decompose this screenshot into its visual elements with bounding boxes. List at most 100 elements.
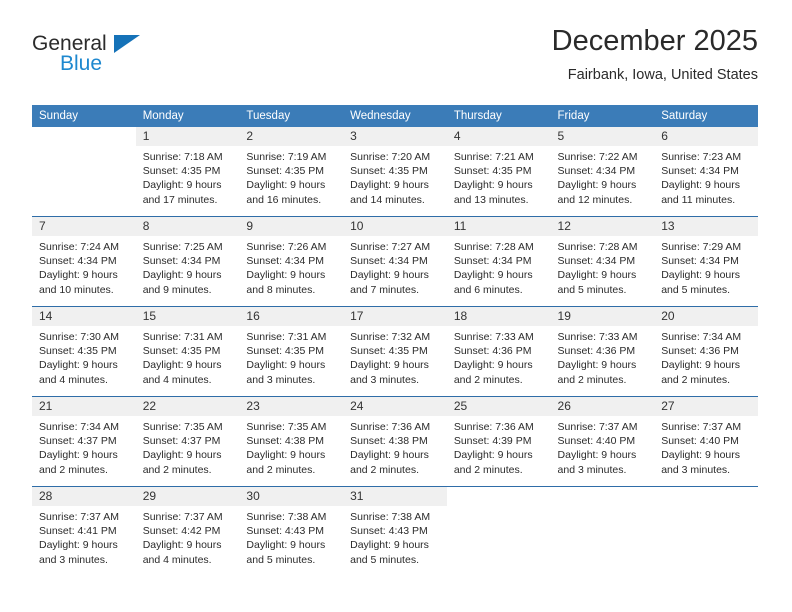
day-number: 5: [550, 127, 655, 146]
sunset-text: Sunset: 4:38 PM: [246, 435, 325, 448]
daylight-text-line2: and 2 minutes.: [453, 463, 523, 476]
sunrise-text: Sunrise: 7:22 AM: [557, 151, 638, 163]
daylight-text-line1: Daylight: 9 hours: [453, 179, 533, 192]
day-details: Sunrise: 7:28 AM Sunset: 4:34 PM Dayligh…: [447, 236, 551, 297]
sunrise-text: Sunrise: 7:29 AM: [661, 241, 742, 253]
day-cell[interactable]: 25 Sunrise: 7:36 AM Sunset: 4:39 PM Dayl…: [446, 396, 551, 487]
day-cell[interactable]: 14 Sunrise: 7:30 AM Sunset: 4:35 PM Dayl…: [32, 306, 136, 397]
daylight-text-line1: Daylight: 9 hours: [142, 179, 222, 192]
sunset-text: Sunset: 4:37 PM: [142, 435, 221, 448]
daylight-text-line2: and 2 minutes.: [350, 463, 419, 476]
sunrise-text: Sunrise: 7:35 AM: [246, 421, 327, 433]
day-cell[interactable]: 5 Sunrise: 7:22 AM Sunset: 4:34 PM Dayli…: [550, 127, 655, 217]
sunset-text: Sunset: 4:35 PM: [453, 165, 532, 178]
day-cell[interactable]: 26 Sunrise: 7:37 AM Sunset: 4:40 PM Dayl…: [550, 396, 655, 487]
daylight-text-line1: Daylight: 9 hours: [39, 449, 118, 462]
day-cell[interactable]: 20 Sunrise: 7:34 AM Sunset: 4:36 PM Dayl…: [654, 306, 758, 397]
day-cell[interactable]: 8 Sunrise: 7:25 AM Sunset: 4:34 PM Dayli…: [135, 216, 240, 307]
daylight-text-line1: Daylight: 9 hours: [142, 269, 222, 282]
day-cell[interactable]: 13 Sunrise: 7:29 AM Sunset: 4:34 PM Dayl…: [654, 216, 758, 307]
sunset-text: Sunset: 4:34 PM: [557, 165, 636, 178]
day-number: 3: [343, 127, 447, 146]
day-cell[interactable]: 21 Sunrise: 7:34 AM Sunset: 4:37 PM Dayl…: [32, 396, 136, 487]
day-number: 16: [239, 307, 344, 326]
day-cell[interactable]: 1 Sunrise: 7:18 AM Sunset: 4:35 PM Dayli…: [135, 127, 240, 217]
daylight-text-line1: Daylight: 9 hours: [246, 449, 326, 462]
day-details: Sunrise: 7:33 AM Sunset: 4:36 PM Dayligh…: [447, 326, 551, 387]
day-cell[interactable]: 17 Sunrise: 7:32 AM Sunset: 4:35 PM Dayl…: [343, 306, 447, 397]
day-details: Sunrise: 7:27 AM Sunset: 4:34 PM Dayligh…: [343, 236, 447, 297]
daylight-text-line2: and 2 minutes.: [246, 463, 316, 476]
sunrise-text: Sunrise: 7:37 AM: [39, 511, 119, 523]
daylight-text-line1: Daylight: 9 hours: [142, 449, 222, 462]
day-cell[interactable]: 15 Sunrise: 7:31 AM Sunset: 4:35 PM Dayl…: [135, 306, 240, 397]
day-cell[interactable]: 22 Sunrise: 7:35 AM Sunset: 4:37 PM Dayl…: [135, 396, 240, 487]
day-cell[interactable]: 30 Sunrise: 7:38 AM Sunset: 4:43 PM Dayl…: [239, 486, 344, 576]
day-cell[interactable]: 16 Sunrise: 7:31 AM Sunset: 4:35 PM Dayl…: [239, 306, 344, 397]
day-cell[interactable]: 6 Sunrise: 7:23 AM Sunset: 4:34 PM Dayli…: [654, 127, 758, 217]
day-cell[interactable]: 10 Sunrise: 7:27 AM Sunset: 4:34 PM Dayl…: [343, 216, 447, 307]
daylight-text-line2: and 14 minutes.: [350, 193, 425, 206]
day-cell[interactable]: 28 Sunrise: 7:37 AM Sunset: 4:41 PM Dayl…: [32, 486, 136, 576]
sunset-text: Sunset: 4:34 PM: [350, 255, 428, 268]
day-details: Sunrise: 7:31 AM Sunset: 4:35 PM Dayligh…: [136, 326, 240, 387]
sunrise-text: Sunrise: 7:32 AM: [350, 331, 431, 343]
day-cell[interactable]: 23 Sunrise: 7:35 AM Sunset: 4:38 PM Dayl…: [239, 396, 344, 487]
sunset-text: Sunset: 4:39 PM: [453, 435, 532, 448]
day-number: [654, 487, 758, 506]
day-cell[interactable]: 3 Sunrise: 7:20 AM Sunset: 4:35 PM Dayli…: [343, 127, 447, 217]
day-cell[interactable]: 18 Sunrise: 7:33 AM Sunset: 4:36 PM Dayl…: [446, 306, 551, 397]
daylight-text-line2: and 2 minutes.: [453, 373, 523, 386]
day-cell[interactable]: 29 Sunrise: 7:37 AM Sunset: 4:42 PM Dayl…: [135, 486, 240, 576]
day-details: Sunrise: 7:38 AM Sunset: 4:43 PM Dayligh…: [239, 506, 343, 567]
sunset-text: Sunset: 4:36 PM: [453, 345, 532, 358]
day-number: 13: [654, 217, 758, 236]
generalblue-logo[interactable]: General Blue: [32, 32, 232, 90]
sunrise-text: Sunrise: 7:31 AM: [142, 331, 223, 343]
day-cell[interactable]: 19 Sunrise: 7:33 AM Sunset: 4:36 PM Dayl…: [550, 306, 655, 397]
daylight-text-line1: Daylight: 9 hours: [453, 449, 533, 462]
day-details: Sunrise: 7:18 AM Sunset: 4:35 PM Dayligh…: [136, 146, 240, 207]
day-cell[interactable]: 4 Sunrise: 7:21 AM Sunset: 4:35 PM Dayli…: [446, 127, 551, 217]
day-details: Sunrise: 7:35 AM Sunset: 4:37 PM Dayligh…: [136, 416, 240, 477]
day-cell[interactable]: 2 Sunrise: 7:19 AM Sunset: 4:35 PM Dayli…: [239, 127, 344, 217]
sunset-text: Sunset: 4:37 PM: [39, 435, 117, 448]
daylight-text-line2: and 2 minutes.: [39, 463, 108, 476]
daylight-text-line1: Daylight: 9 hours: [246, 179, 326, 192]
sunrise-text: Sunrise: 7:36 AM: [453, 421, 534, 433]
day-cell[interactable]: 7 Sunrise: 7:24 AM Sunset: 4:34 PM Dayli…: [32, 216, 136, 307]
day-number: 24: [343, 397, 447, 416]
daylight-text-line1: Daylight: 9 hours: [246, 269, 326, 282]
daylight-text-line2: and 7 minutes.: [350, 283, 419, 296]
sunset-text: Sunset: 4:35 PM: [246, 345, 325, 358]
sunset-text: Sunset: 4:35 PM: [39, 345, 117, 358]
day-cell[interactable]: 31 Sunrise: 7:38 AM Sunset: 4:43 PM Dayl…: [343, 486, 447, 576]
daylight-text-line2: and 2 minutes.: [661, 373, 731, 386]
day-details: Sunrise: 7:22 AM Sunset: 4:34 PM Dayligh…: [551, 146, 655, 207]
daylight-text-line2: and 3 minutes.: [246, 373, 316, 386]
day-cell[interactable]: 9 Sunrise: 7:26 AM Sunset: 4:34 PM Dayli…: [239, 216, 344, 307]
daylight-text-line1: Daylight: 9 hours: [661, 269, 741, 282]
day-cell[interactable]: 12 Sunrise: 7:28 AM Sunset: 4:34 PM Dayl…: [550, 216, 655, 307]
day-details: Sunrise: 7:30 AM Sunset: 4:35 PM Dayligh…: [32, 326, 136, 387]
daylight-text-line1: Daylight: 9 hours: [453, 269, 533, 282]
sunrise-text: Sunrise: 7:26 AM: [246, 241, 327, 253]
daylight-text-line2: and 5 minutes.: [661, 283, 731, 296]
daylight-text-line2: and 5 minutes.: [350, 553, 419, 566]
daylight-text-line2: and 5 minutes.: [246, 553, 316, 566]
sunrise-sunset-calendar: Sunday Monday Tuesday Wednesday Thursday…: [32, 105, 758, 576]
day-cell[interactable]: 27 Sunrise: 7:37 AM Sunset: 4:40 PM Dayl…: [654, 396, 758, 487]
daylight-text-line1: Daylight: 9 hours: [557, 359, 637, 372]
day-number: 26: [550, 397, 655, 416]
day-number: 31: [343, 487, 447, 506]
day-number: [551, 487, 655, 506]
day-cell: [32, 127, 136, 217]
day-cell[interactable]: 11 Sunrise: 7:28 AM Sunset: 4:34 PM Dayl…: [446, 216, 551, 307]
daylight-text-line2: and 16 minutes.: [246, 193, 322, 206]
daylight-text-line1: Daylight: 9 hours: [39, 269, 118, 282]
day-details: Sunrise: 7:35 AM Sunset: 4:38 PM Dayligh…: [239, 416, 343, 477]
calendar-body: 1 Sunrise: 7:18 AM Sunset: 4:35 PM Dayli…: [32, 127, 758, 576]
day-cell[interactable]: 24 Sunrise: 7:36 AM Sunset: 4:38 PM Dayl…: [343, 396, 447, 487]
sunset-text: Sunset: 4:38 PM: [350, 435, 428, 448]
sunrise-text: Sunrise: 7:34 AM: [39, 421, 119, 433]
